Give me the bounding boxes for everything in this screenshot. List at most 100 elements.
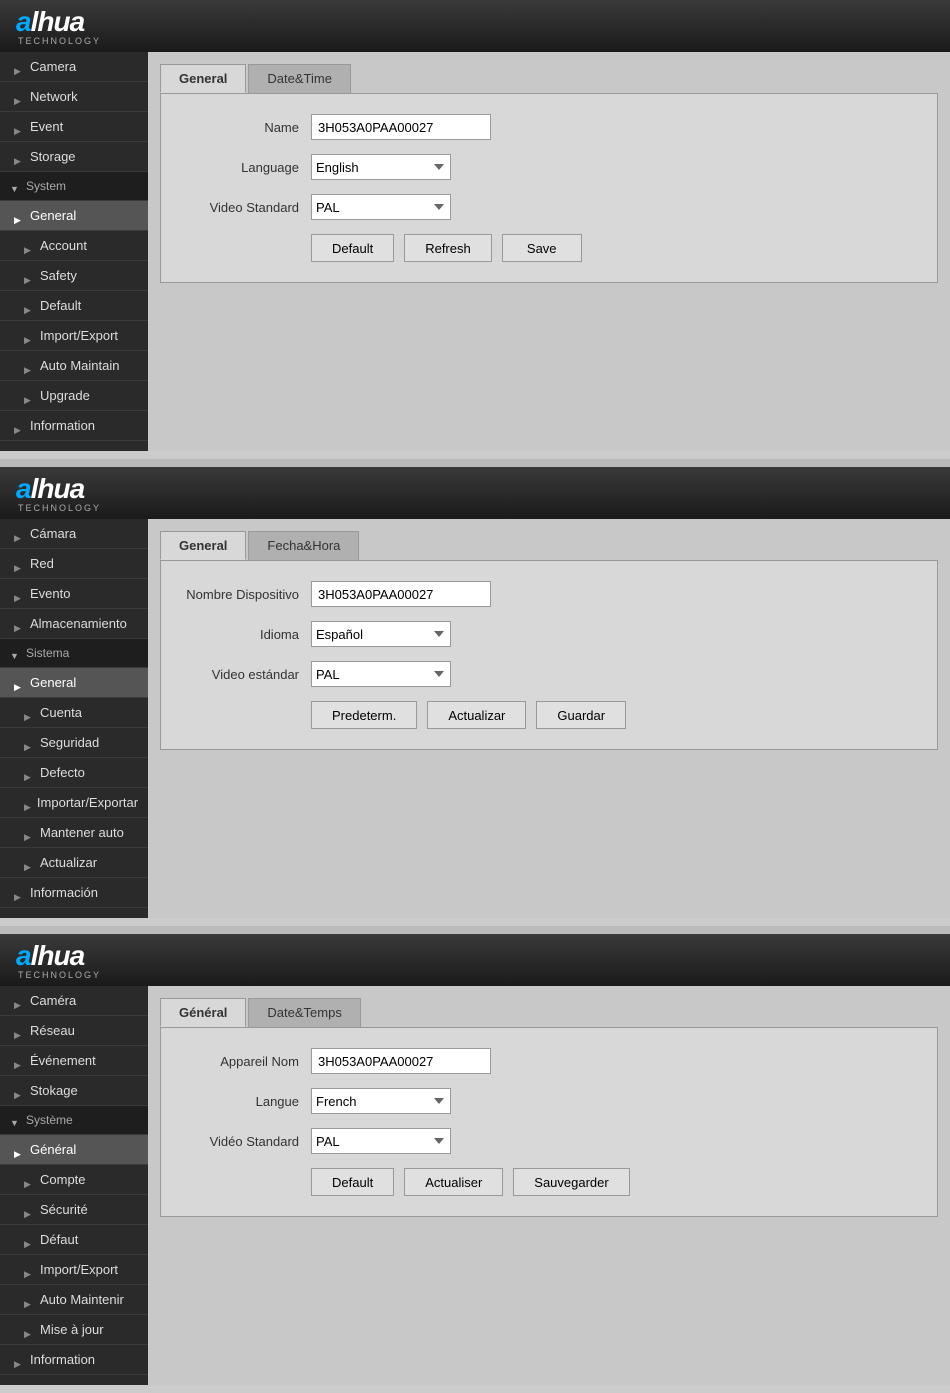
- button-row: Predeterm. Actualizar Guardar: [311, 701, 917, 729]
- sidebar-item-11[interactable]: Upgrade: [0, 381, 148, 411]
- sidebar-item-12[interactable]: Information: [0, 411, 148, 441]
- sidebar-item-3[interactable]: Stokage: [0, 1076, 148, 1106]
- sidebar-item-0[interactable]: Camera: [0, 52, 148, 82]
- sidebar-item-1[interactable]: Red: [0, 549, 148, 579]
- sidebar-item-3[interactable]: Almacenamiento: [0, 609, 148, 639]
- arrow-right-icon: [14, 421, 24, 431]
- sidebar-item-8[interactable]: Defecto: [0, 758, 148, 788]
- button-0[interactable]: Predeterm.: [311, 701, 417, 729]
- logo: alhua TECHNOLOGY: [16, 940, 101, 980]
- form-text-input-0[interactable]: [311, 581, 491, 607]
- tab-0[interactable]: General: [160, 531, 246, 560]
- tab-0[interactable]: Général: [160, 998, 246, 1027]
- arrow-right-icon: [24, 738, 34, 748]
- sidebar: CaméraRéseauÉvénementStokageSystème Génér…: [0, 986, 148, 1385]
- sidebar-item-6[interactable]: Cuenta: [0, 698, 148, 728]
- tab-bar: GénéralDate&Temps: [160, 998, 938, 1027]
- form-text-input-0[interactable]: [311, 1048, 491, 1074]
- sidebar-item-8[interactable]: Default: [0, 291, 148, 321]
- sidebar-item-9[interactable]: Importar/Exportar: [0, 788, 148, 818]
- sidebar-item-12[interactable]: Información: [0, 878, 148, 908]
- sidebar-label: Import/Export: [40, 328, 118, 343]
- sidebar-item-7[interactable]: Sécurité: [0, 1195, 148, 1225]
- form-select-1[interactable]: EspañolEnglishFrench: [311, 621, 451, 647]
- form-select-2[interactable]: PALNTSC: [311, 1128, 451, 1154]
- sidebar-label: Mise à jour: [40, 1322, 104, 1337]
- form-label-2: Video Standard: [181, 200, 311, 215]
- form-select-2[interactable]: PALNTSC: [311, 194, 451, 220]
- arrow-right-icon: [24, 1205, 34, 1215]
- sidebar-item-5[interactable]: Général: [0, 1135, 148, 1165]
- sidebar-item-10[interactable]: Mantener auto: [0, 818, 148, 848]
- button-2[interactable]: Sauvegarder: [513, 1168, 629, 1196]
- sidebar-item-11[interactable]: Mise à jour: [0, 1315, 148, 1345]
- sidebar-item-0[interactable]: Caméra: [0, 986, 148, 1016]
- logo-text: lhua: [31, 6, 85, 37]
- tab-0[interactable]: General: [160, 64, 246, 93]
- tab-1[interactable]: Fecha&Hora: [248, 531, 359, 560]
- sidebar-label: Sécurité: [40, 1202, 88, 1217]
- sidebar-item-2[interactable]: Evento: [0, 579, 148, 609]
- sidebar-item-5[interactable]: General: [0, 668, 148, 698]
- sidebar-item-5[interactable]: General: [0, 201, 148, 231]
- sidebar-item-6[interactable]: Compte: [0, 1165, 148, 1195]
- arrow-right-icon: [14, 62, 24, 72]
- sidebar-item-9[interactable]: Import/Export: [0, 321, 148, 351]
- button-2[interactable]: Guardar: [536, 701, 626, 729]
- sidebar-item-4[interactable]: Système: [0, 1106, 148, 1135]
- arrow-right-icon: [24, 1295, 34, 1305]
- sidebar-item-1[interactable]: Network: [0, 82, 148, 112]
- sidebar-item-9[interactable]: Import/Export: [0, 1255, 148, 1285]
- arrow-right-icon: [24, 708, 34, 718]
- sidebar-label: Général: [30, 1142, 76, 1157]
- button-1[interactable]: Actualiser: [404, 1168, 503, 1196]
- sidebar-item-0[interactable]: Cámara: [0, 519, 148, 549]
- button-0[interactable]: Default: [311, 1168, 394, 1196]
- sidebar-item-8[interactable]: Défaut: [0, 1225, 148, 1255]
- form-text-input-0[interactable]: [311, 114, 491, 140]
- arrow-right-icon: [24, 361, 34, 371]
- button-1[interactable]: Actualizar: [427, 701, 526, 729]
- arrow-right-icon: [14, 92, 24, 102]
- button-1[interactable]: Refresh: [404, 234, 492, 262]
- sidebar-item-3[interactable]: Storage: [0, 142, 148, 172]
- form-row-0: Nombre Dispositivo: [181, 581, 917, 607]
- form-select-1[interactable]: EnglishSpanishFrench: [311, 154, 451, 180]
- sidebar-item-7[interactable]: Safety: [0, 261, 148, 291]
- form-row-2: Video StandardPALNTSC: [181, 194, 917, 220]
- button-row: Default Actualiser Sauvegarder: [311, 1168, 917, 1196]
- sidebar-label: Evento: [30, 586, 70, 601]
- tab-1[interactable]: Date&Time: [248, 64, 351, 93]
- form-select-2[interactable]: PALNTSC: [311, 661, 451, 687]
- sidebar-item-7[interactable]: Seguridad: [0, 728, 148, 758]
- arrow-right-icon: [24, 858, 34, 868]
- sidebar-item-10[interactable]: Auto Maintenir: [0, 1285, 148, 1315]
- sidebar-label: Red: [30, 556, 54, 571]
- logo-text: lhua: [31, 473, 85, 504]
- sidebar-item-4[interactable]: Sistema: [0, 639, 148, 668]
- sidebar-label: Défaut: [40, 1232, 78, 1247]
- sidebar-label: General: [30, 675, 76, 690]
- button-0[interactable]: Default: [311, 234, 394, 262]
- panel-divider: [0, 459, 950, 467]
- sidebar-item-2[interactable]: Event: [0, 112, 148, 142]
- form-select-1[interactable]: FrenchEnglishEspañol: [311, 1088, 451, 1114]
- logo-subtitle: TECHNOLOGY: [18, 503, 101, 513]
- sidebar-item-2[interactable]: Événement: [0, 1046, 148, 1076]
- sidebar-item-11[interactable]: Actualizar: [0, 848, 148, 878]
- sidebar-item-6[interactable]: Account: [0, 231, 148, 261]
- sidebar-label: Information: [30, 1352, 95, 1367]
- button-2[interactable]: Save: [502, 234, 582, 262]
- arrow-down-icon: [10, 648, 20, 658]
- tab-1[interactable]: Date&Temps: [248, 998, 360, 1027]
- sidebar-item-4[interactable]: System: [0, 172, 148, 201]
- sidebar-item-10[interactable]: Auto Maintain: [0, 351, 148, 381]
- arrow-down-icon: [10, 1115, 20, 1125]
- sidebar-item-12[interactable]: Information: [0, 1345, 148, 1375]
- sidebar-item-1[interactable]: Réseau: [0, 1016, 148, 1046]
- form-label-0: Appareil Nom: [181, 1054, 311, 1069]
- arrow-right-icon: [24, 391, 34, 401]
- sidebar-label: Seguridad: [40, 735, 99, 750]
- arrow-right-icon: [14, 996, 24, 1006]
- sidebar-label: Almacenamiento: [30, 616, 127, 631]
